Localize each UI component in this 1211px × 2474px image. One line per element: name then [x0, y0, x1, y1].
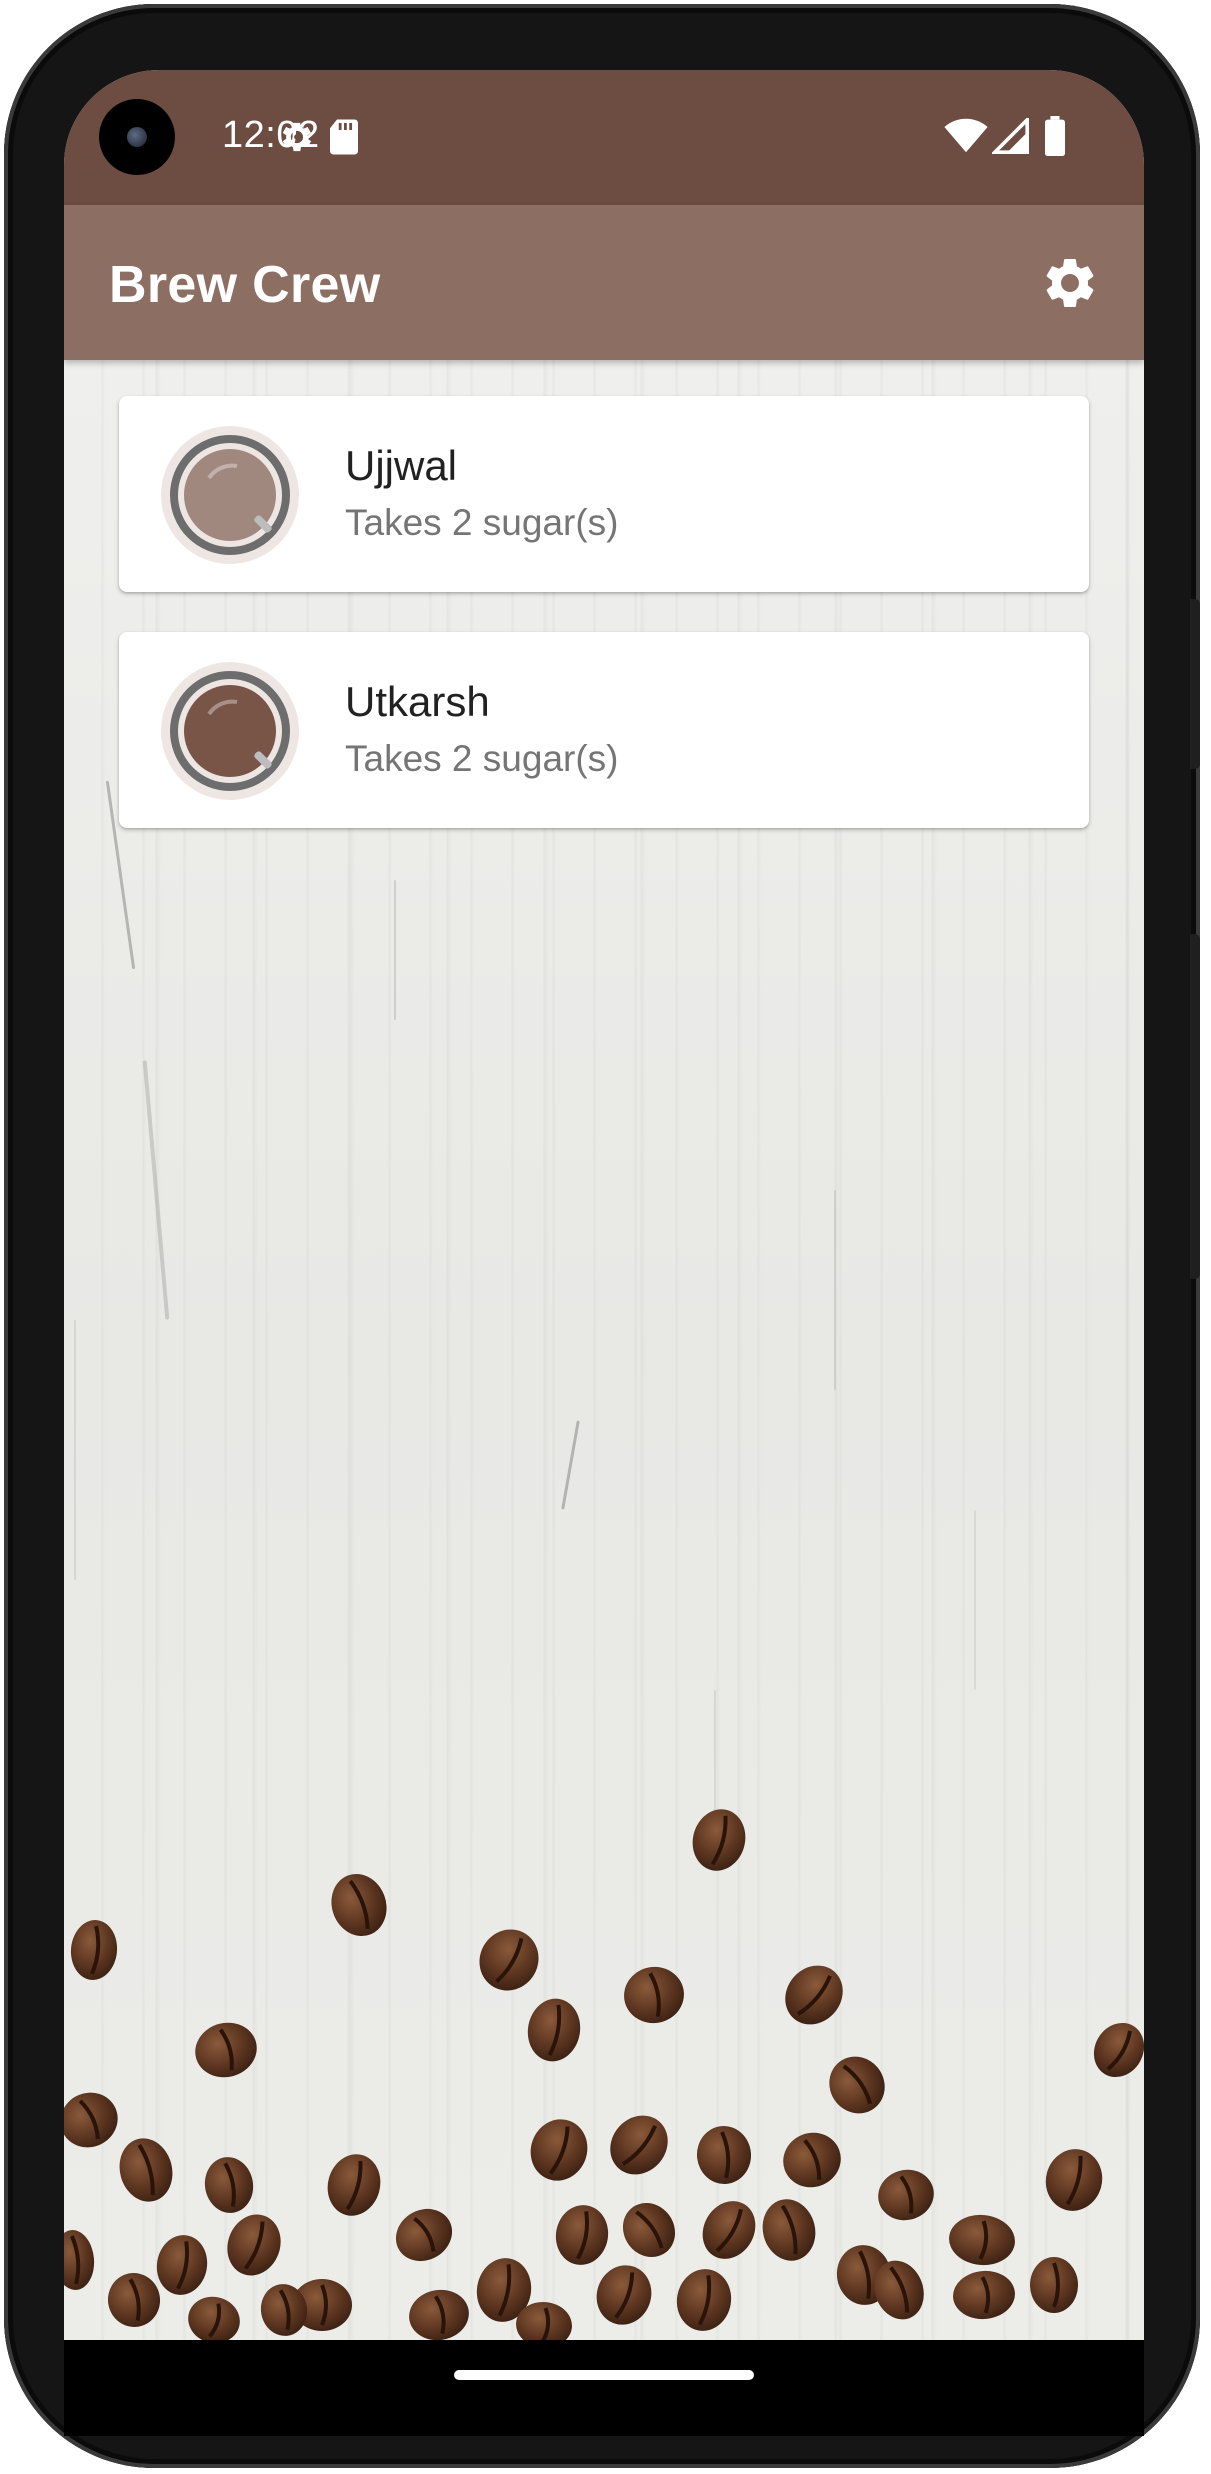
battery-icon: [1045, 116, 1065, 156]
coffee-bean: [878, 2169, 934, 2221]
coffee-bean: [676, 2269, 732, 2331]
coffee-bean: [1093, 2022, 1144, 2078]
coffee-bean: [479, 1929, 539, 1991]
coffee-bean: [692, 1809, 746, 1871]
coffee-cup-icon: [170, 435, 290, 555]
coffee-bean: [624, 1966, 684, 2024]
coffee-bean: [188, 2296, 240, 2340]
settings-button[interactable]: [1040, 253, 1100, 313]
brew-sugars: Takes 2 sugar(s): [345, 738, 619, 779]
coffee-bean: [1045, 2149, 1103, 2211]
volume-button: [1190, 934, 1200, 1279]
coffee-bean: [622, 2202, 676, 2258]
gear-icon: [1046, 258, 1094, 307]
brew-card-utkarsh[interactable]: Utkarsh Takes 2 sugar(s): [119, 632, 1089, 828]
settings-gear-icon: [282, 122, 312, 152]
navigation-bar: [64, 2340, 1144, 2436]
brew-sugars: Takes 2 sugar(s): [345, 502, 619, 543]
coffee-bean: [107, 2273, 161, 2327]
coffee-bean: [395, 2208, 453, 2262]
coffee-cup-avatar: [161, 662, 299, 800]
coffee-bean: [156, 2235, 208, 2295]
coffee-bean: [227, 2214, 281, 2276]
coffee-bean: [64, 2092, 118, 2148]
status-bar: 12:02: [64, 70, 1144, 205]
coffee-bean: [327, 2154, 381, 2216]
coffee-bean: [331, 1873, 387, 1937]
screen: 12:02 Brew Crew Ujjwal Takes 2 sugar(s) …: [64, 70, 1144, 2340]
app-bar: Brew Crew: [64, 205, 1144, 360]
brew-list-background: Ujjwal Takes 2 sugar(s) Utkarsh Takes 2 …: [64, 360, 1144, 2340]
coffee-bean: [119, 2138, 173, 2202]
coffee-bean: [610, 2115, 668, 2175]
home-indicator[interactable]: [454, 2370, 754, 2380]
app-title: Brew Crew: [109, 256, 381, 314]
coffee-cup-avatar: [161, 426, 299, 564]
cellular-signal-icon: [992, 118, 1029, 154]
brew-card-ujjwal[interactable]: Ujjwal Takes 2 sugar(s): [119, 396, 1089, 592]
coffee-bean: [596, 2265, 652, 2325]
brew-name: Utkarsh: [345, 678, 490, 725]
coffee-bean: [702, 2201, 756, 2259]
coffee-bean: [949, 2214, 1015, 2266]
coffee-bean: [829, 2056, 885, 2114]
power-button: [1190, 599, 1200, 769]
coffee-bean: [953, 2270, 1015, 2320]
coffee-bean: [1030, 2257, 1078, 2313]
phone-frame: 12:02 Brew Crew Ujjwal Takes 2 sugar(s) …: [4, 4, 1200, 2468]
wifi-icon: [944, 118, 988, 153]
front-camera: [99, 99, 175, 175]
coffee-bean: [527, 1998, 581, 2062]
coffee-bean: [785, 1965, 843, 2025]
coffee-bean: [696, 2126, 752, 2184]
coffee-bean: [409, 2289, 469, 2340]
coffee-bean: [64, 2230, 95, 2290]
coffee-bean: [195, 2022, 257, 2078]
sd-card-icon: [330, 119, 358, 155]
coffee-bean: [762, 2199, 816, 2261]
coffee-bean: [70, 1920, 118, 1980]
coffee-cup-icon: [170, 671, 290, 791]
coffee-bean: [555, 2205, 609, 2265]
coffee-bean: [204, 2157, 254, 2213]
coffee-bean: [530, 2119, 588, 2181]
coffee-bean: [783, 2132, 841, 2188]
brew-name: Ujjwal: [345, 442, 458, 489]
